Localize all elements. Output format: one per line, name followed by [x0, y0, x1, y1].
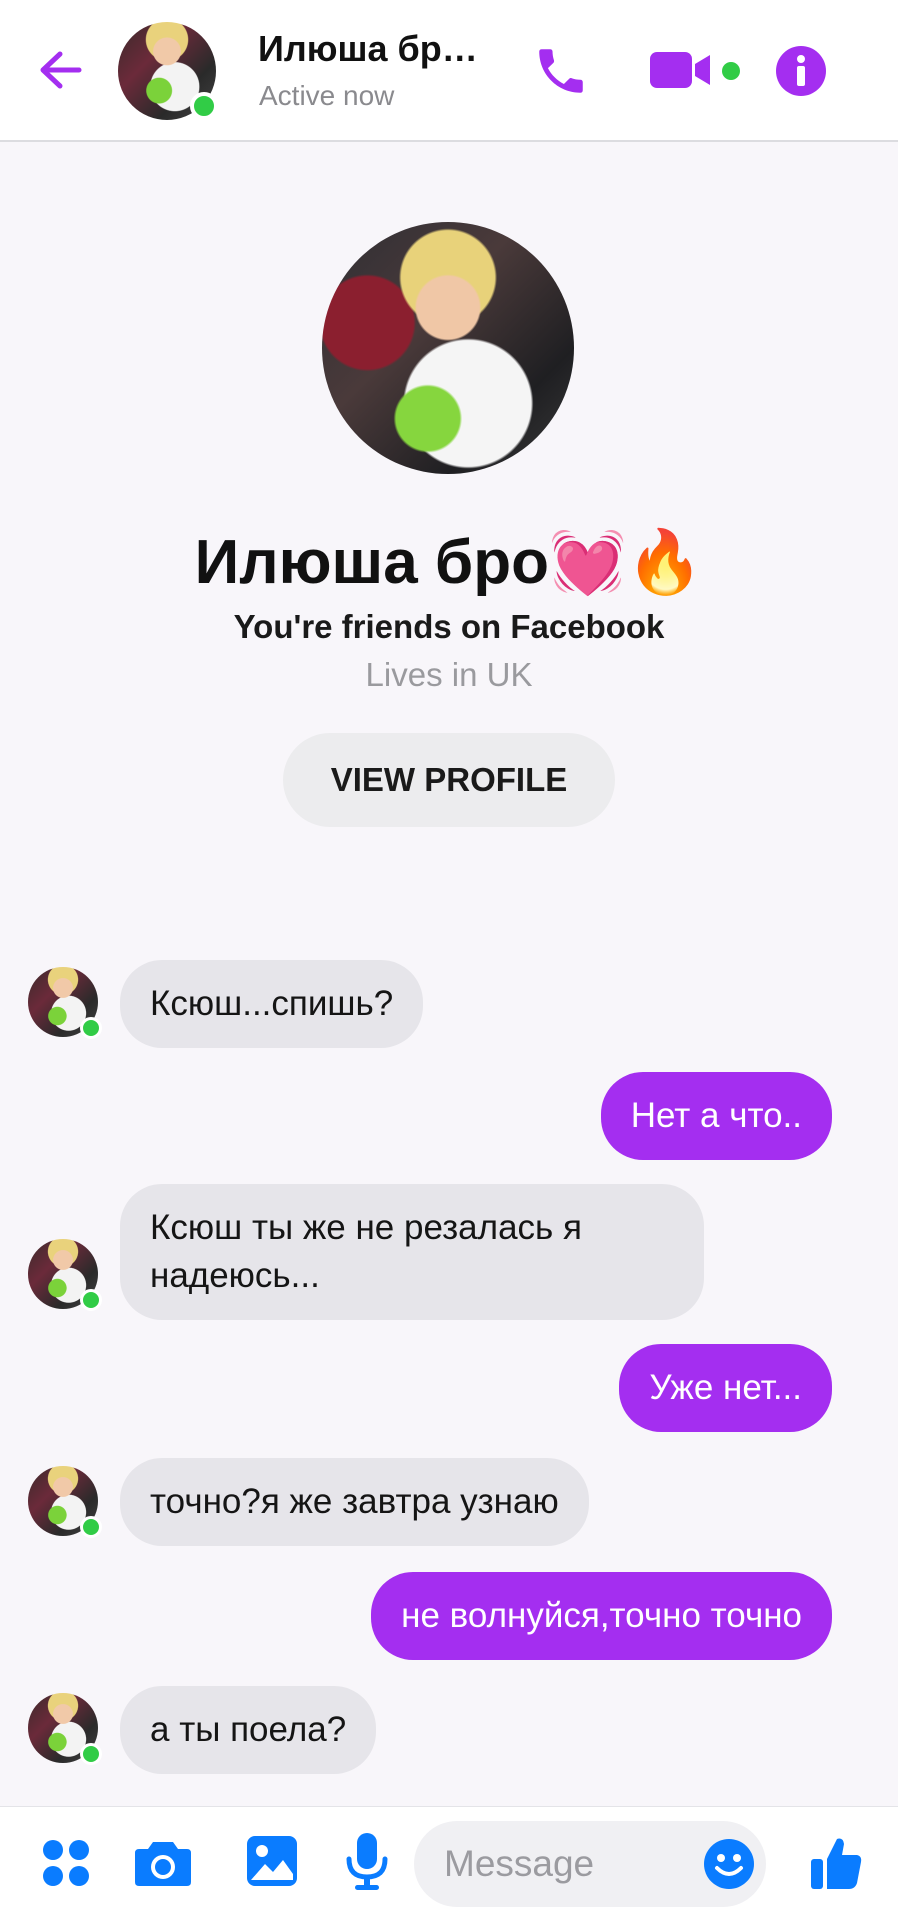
conversation-header: Илюша бро💓🔥 Active now — [0, 0, 898, 142]
outgoing-message[interactable]: Нет а что.. — [600, 1072, 832, 1160]
view-profile-button[interactable]: VIEW PROFILE — [283, 733, 615, 827]
profile-picture[interactable] — [322, 222, 574, 474]
emoji-button[interactable] — [702, 1837, 756, 1891]
online-indicator — [190, 92, 218, 120]
incoming-message[interactable]: а ты поела? — [120, 1686, 377, 1774]
microphone-button[interactable] — [342, 1829, 392, 1895]
video-call-button[interactable] — [646, 42, 716, 98]
incoming-message[interactable]: Ксюш...спишь? — [120, 960, 424, 1048]
info-button[interactable] — [774, 44, 828, 98]
message-avatar[interactable] — [28, 1239, 102, 1311]
smiley-icon — [704, 1839, 754, 1889]
info-icon — [776, 46, 826, 96]
message-input[interactable] — [444, 1821, 664, 1907]
call-button[interactable] — [530, 40, 592, 102]
incoming-message[interactable]: Ксюш ты же не резалась я надеюсь... — [120, 1184, 704, 1320]
four-dots-icon — [43, 1840, 89, 1886]
video-camera-icon — [650, 52, 710, 88]
online-indicator — [80, 1516, 102, 1538]
apps-button[interactable] — [38, 1835, 94, 1891]
message-field[interactable] — [414, 1821, 766, 1907]
active-status: Active now — [259, 80, 395, 111]
profile-location: Lives in UK — [365, 656, 533, 693]
thumbs-up-icon — [811, 1838, 862, 1889]
profile-name: Илюша бро💓🔥 — [194, 528, 704, 597]
camera-icon — [135, 1842, 191, 1886]
image-icon — [247, 1836, 297, 1886]
friends-status: You're friends on Facebook — [233, 608, 665, 645]
like-button[interactable] — [808, 1833, 864, 1893]
contact-avatar[interactable] — [118, 22, 218, 120]
contact-name[interactable]: Илюша бро💓🔥 — [258, 28, 498, 70]
microphone-icon — [346, 1833, 388, 1890]
video-online-indicator — [722, 62, 740, 80]
message-avatar[interactable] — [28, 967, 102, 1039]
incoming-message[interactable]: точно?я же завтра узнаю — [120, 1458, 589, 1546]
message-avatar[interactable] — [28, 1693, 102, 1765]
online-indicator — [80, 1289, 102, 1311]
outgoing-message[interactable]: Уже нет... — [619, 1344, 832, 1432]
message-composer — [0, 1806, 898, 1920]
online-indicator — [80, 1017, 102, 1039]
gallery-button[interactable] — [244, 1831, 300, 1891]
phone-icon — [539, 49, 583, 93]
message-avatar[interactable] — [28, 1466, 102, 1538]
outgoing-message[interactable]: не волнуйся,точно точно — [371, 1572, 832, 1660]
back-button[interactable] — [34, 44, 86, 96]
online-indicator — [80, 1743, 102, 1765]
arrow-left-icon — [40, 51, 82, 89]
camera-button[interactable] — [132, 1835, 194, 1891]
